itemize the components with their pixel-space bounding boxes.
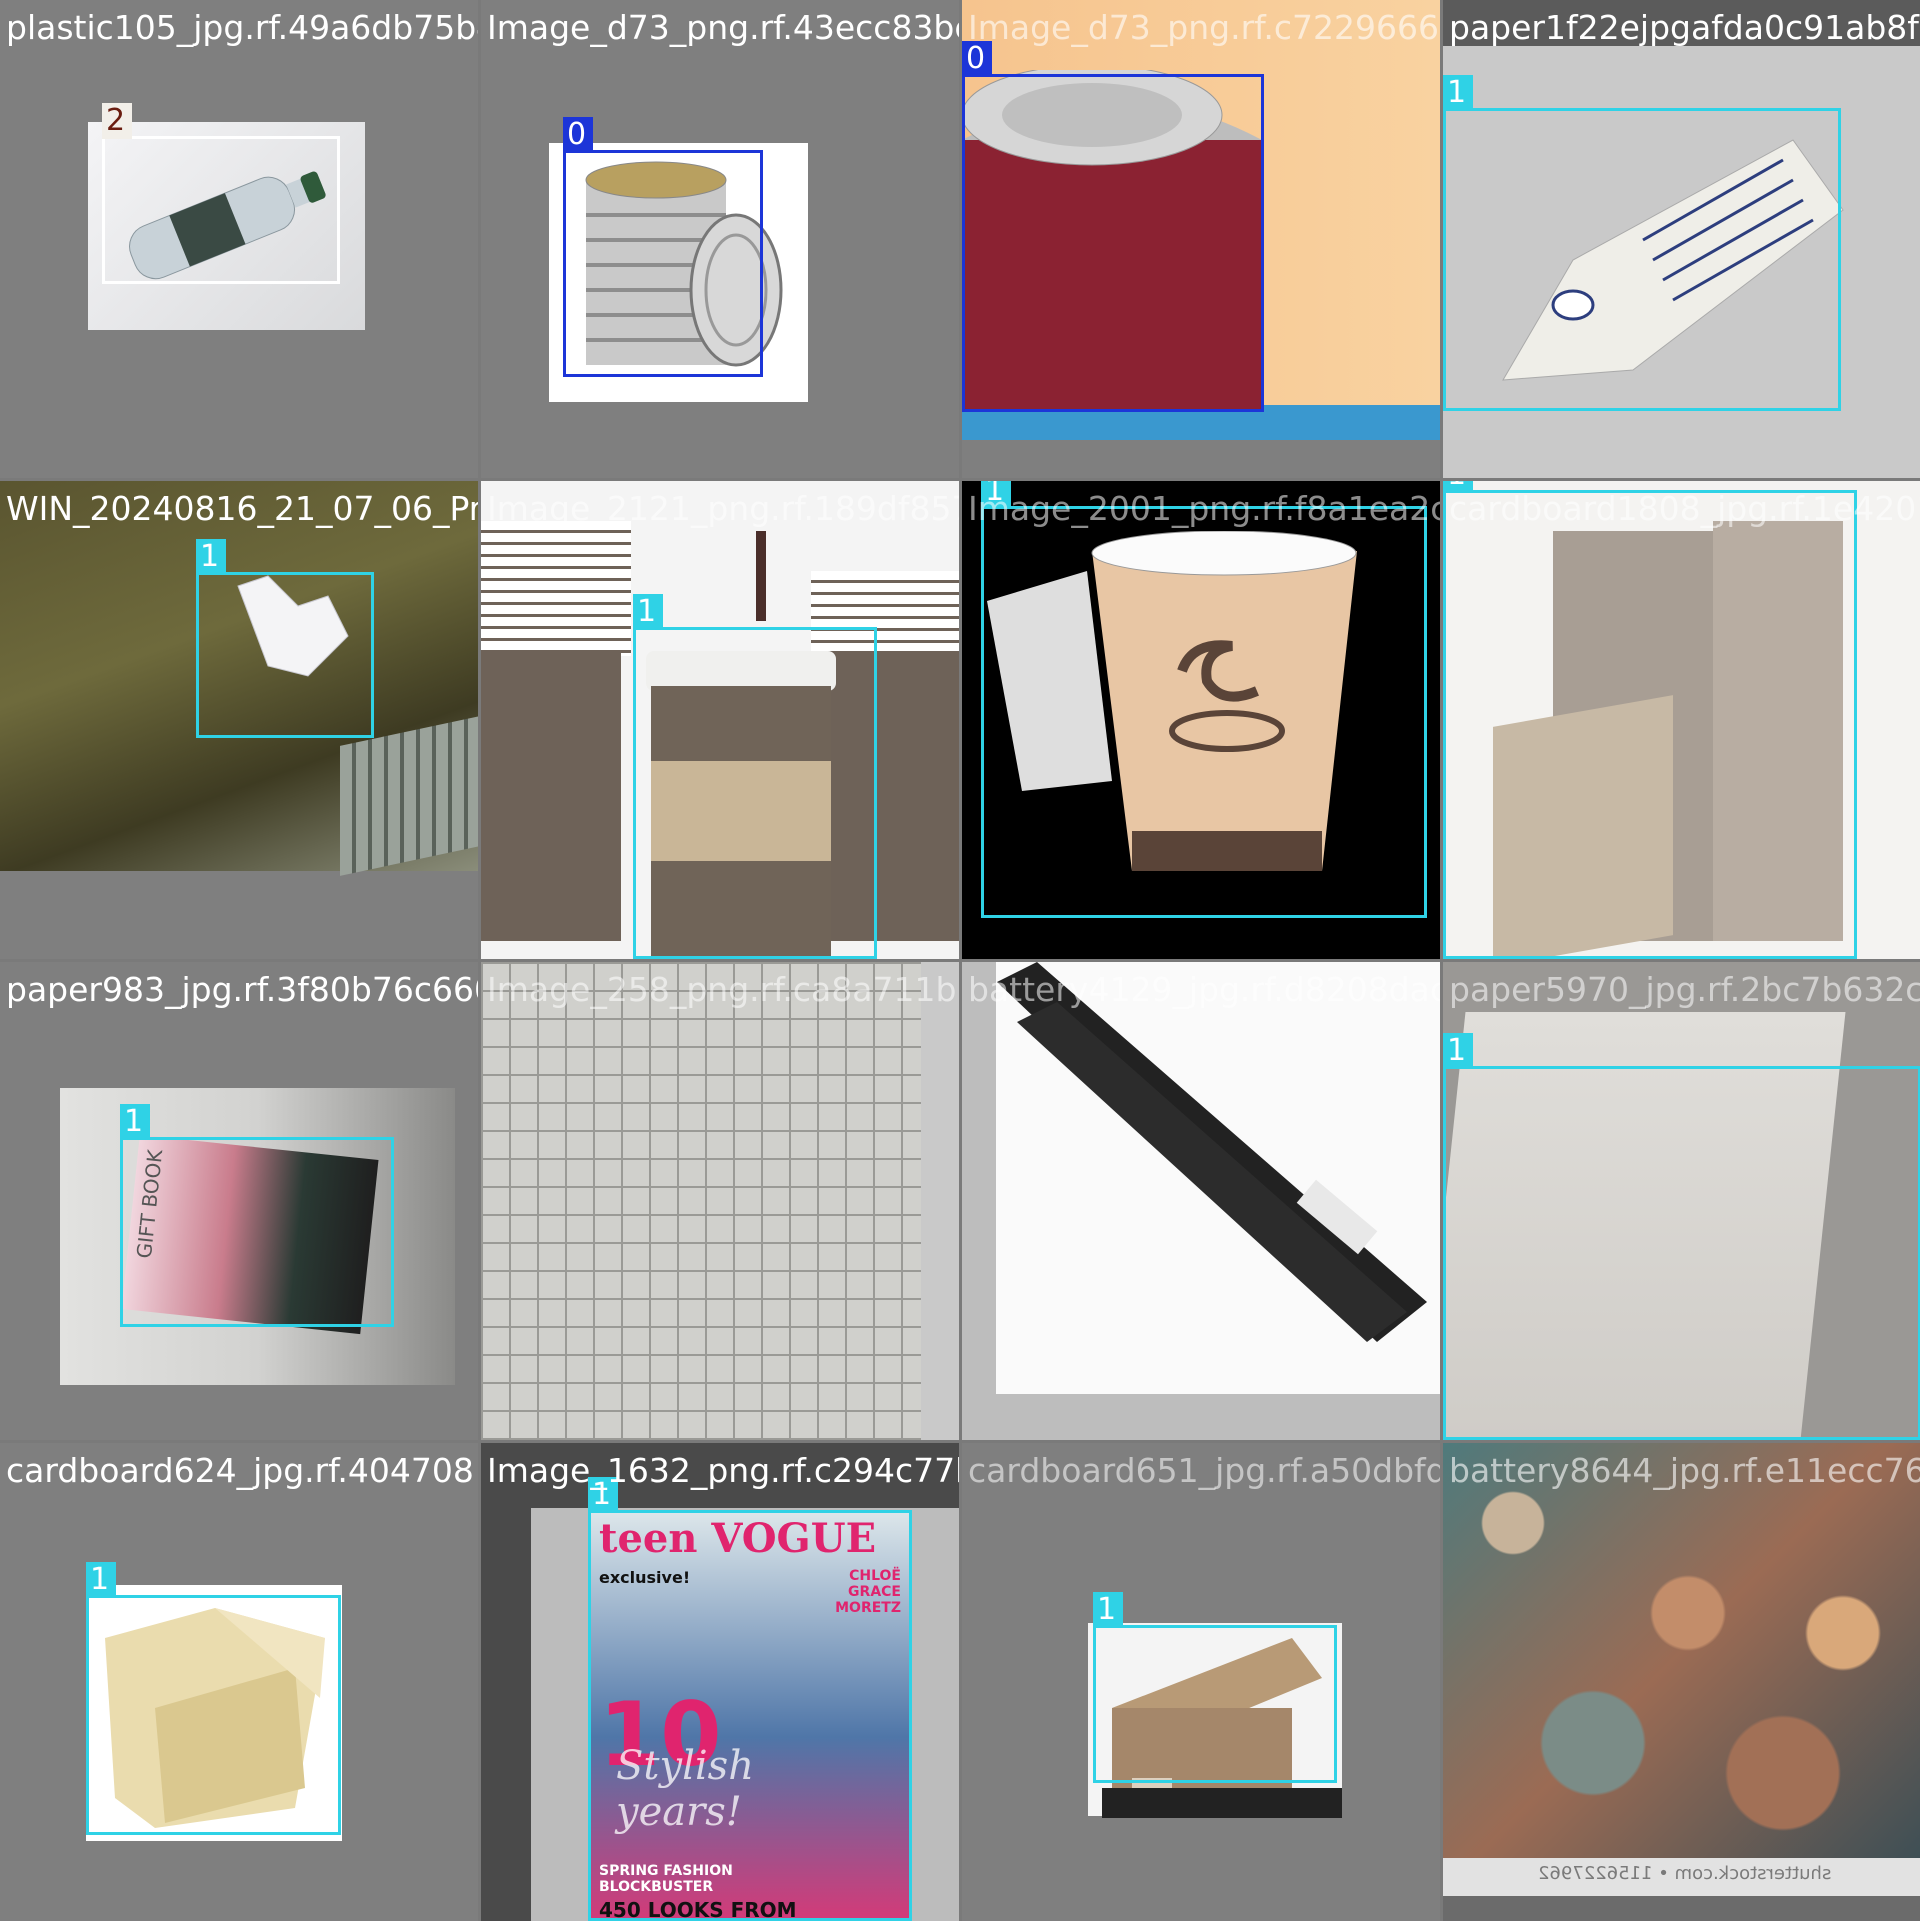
tile-graph-paper: Image_258_png.rf.ca8a711b — [481, 962, 959, 1440]
box-class-label: 1 — [633, 594, 663, 630]
tile-filename: battery4129_jpg.rf.d8208dacd paper5970_j… — [968, 970, 1440, 1009]
tile-filename: Image_1632_png.rf.c294c77b4966 — [487, 1451, 959, 1490]
tile-filename: Image_d73_png.rf.c7229666b9c728e8c87 — [968, 8, 1440, 47]
tile-gift-book: GIFT BOOK 1 paper983_jpg.rf.3f80b76c660 — [0, 962, 478, 1440]
bounding-box: 1 — [196, 539, 374, 738]
grid-paper-photo — [481, 962, 921, 1440]
tile-filename: cardboard651_jpg.rf.a50dbfd9 battery8644… — [968, 1451, 1440, 1490]
tile-filename: Image_2001_png.rf.f8a1ea2ca22729a1f5818 … — [968, 489, 1440, 528]
tile-laptop-battery: battery4129_jpg.rf.d8208dacd paper5970_j… — [962, 962, 1440, 1440]
tile-cardboard-box: 1 cardboard624_jpg.rf.404708 — [0, 1443, 478, 1921]
cup-stack-left — [481, 521, 631, 656]
box-class-label: 0 — [563, 117, 593, 153]
tile-cardboard-standing: 1 cardboard1808_jpg.rf.1e4201 — [1443, 481, 1920, 959]
tile-filename: cardboard624_jpg.rf.404708 — [6, 1451, 474, 1490]
tile-batteries: shutterstock.com • 1156227962 battery864… — [1443, 1443, 1920, 1921]
bounding-box: 2 — [102, 103, 340, 284]
tile-tin-can: 0 Image_d73_png.rf.43ecc83be5f078f722966… — [481, 0, 959, 478]
tile-paper-sheet: 1 paper5970_jpg.rf.2bc7b632c8 — [1443, 962, 1920, 1440]
bounding-box: 1 — [120, 1104, 394, 1327]
tile-filename: plastic105_jpg.rf.49a6db75b4aaf2ed774d4c — [6, 8, 478, 47]
tile-filename: WIN_20240816_21_07_06_Pro — [6, 489, 478, 528]
batteries-photo — [1443, 1443, 1920, 1858]
image-mosaic: 2 plastic105_jpg.rf.49a6db75b4aaf2ed774d… — [0, 0, 1920, 1921]
battery-photo — [997, 962, 1427, 1342]
box-class-label: 1 — [86, 1562, 116, 1598]
tile-filename: Image_258_png.rf.ca8a711b — [487, 970, 957, 1009]
tile-magazine: teen VOGUE exclusive! CHLOË GRACE MORETZ… — [481, 1443, 959, 1921]
tile-cardboard-tray: 1 cardboard651_jpg.rf.a50dbfd9 battery86… — [962, 1443, 1440, 1921]
tile-filename: paper1f22ejpgafda0c91ab8f — [1449, 8, 1919, 47]
tile-filename: Image_2121_png.rf.189df857ec — [487, 489, 959, 528]
bounding-box: 1 — [981, 481, 1427, 918]
tile-filename: paper983_jpg.rf.3f80b76c660 — [6, 970, 478, 1009]
bounding-box: 0 — [962, 41, 1264, 412]
bounding-box: 1 — [1093, 1592, 1337, 1783]
bounding-box: 1 — [86, 1562, 341, 1835]
bounding-box: 0 — [563, 117, 763, 377]
box-class-label: 1 — [196, 539, 226, 575]
bounding-box: 1 — [1443, 75, 1841, 411]
cup-left — [481, 651, 621, 941]
tile-milk-carton: 1 paper1f22ejpgafda0c91ab8f — [1443, 0, 1920, 478]
tile-webcam-paper: 1 WIN_20240816_21_07_06_Pro — [0, 481, 478, 959]
straw — [756, 531, 766, 621]
bounding-box: 1 — [588, 1477, 912, 1921]
box-class-label: 1 — [120, 1104, 150, 1140]
bounding-box: 1 — [633, 594, 877, 959]
bounding-box: 1 — [1443, 481, 1857, 959]
tile-plastic-bottle: 2 plastic105_jpg.rf.49a6db75b4aaf2ed774d… — [0, 0, 478, 478]
tile-coffee-cups: 1 Image_2121_png.rf.189df857ec — [481, 481, 959, 959]
tile-filename: battery8644_jpg.rf.e11ecc76a — [1449, 1451, 1920, 1490]
box-class-label: 1 — [1093, 1592, 1123, 1628]
tile-soda-can: 0 Image_d73_png.rf.c7229666b9c728e8c87 — [962, 0, 1440, 478]
bounding-box: 1 — [1443, 1033, 1920, 1440]
tile-paper-mug: 1 Image_2001_png.rf.f8a1ea2ca22729a1f581… — [962, 481, 1440, 959]
box-class-label: 1 — [1443, 1033, 1473, 1069]
tile-filename: paper5970_jpg.rf.2bc7b632c8 — [1449, 970, 1920, 1009]
tile-filename: cardboard1808_jpg.rf.1e4201 — [1449, 489, 1920, 528]
box-class-label: 2 — [102, 103, 132, 139]
tile-filename: Image_d73_png.rf.43ecc83be5f078f7229666b… — [487, 8, 959, 47]
box-class-label: 1 — [1443, 75, 1473, 111]
shutterstock-watermark: shutterstock.com • 1156227962 — [1538, 1863, 1832, 1884]
